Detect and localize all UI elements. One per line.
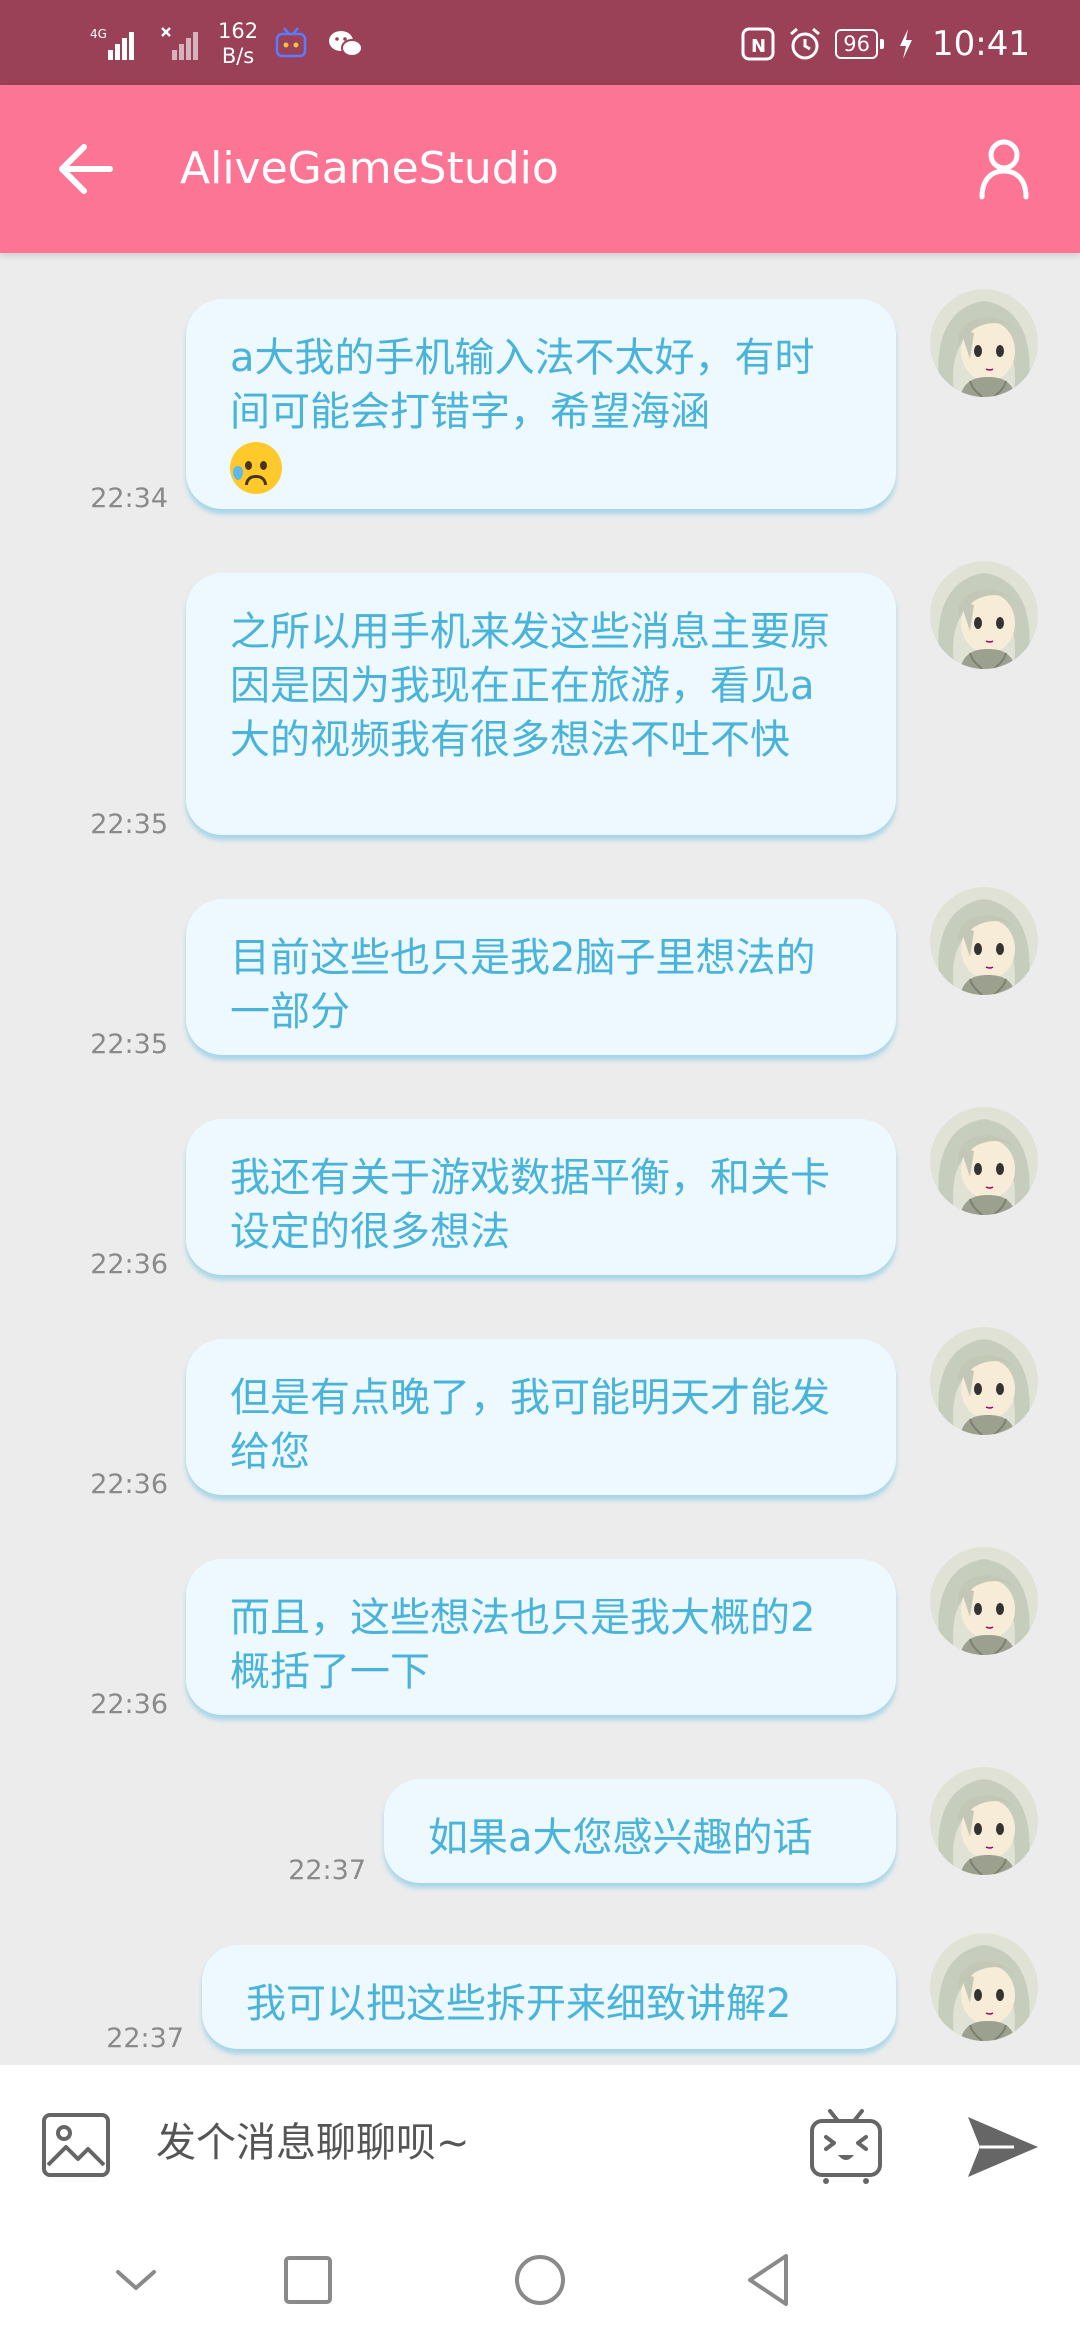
sender-avatar[interactable]	[930, 1547, 1038, 1655]
sad-sweat-emoji-icon	[230, 442, 282, 494]
sender-avatar[interactable]	[930, 1933, 1038, 2041]
network-type-label: 4G	[90, 27, 107, 41]
sender-avatar[interactable]	[930, 1107, 1038, 1215]
network-speed-value: 162	[218, 19, 259, 43]
status-bar: 4G 162 B/s N 96 10:41	[0, 0, 1080, 85]
square-icon	[284, 2256, 332, 2304]
nav-recents-button[interactable]	[276, 2248, 340, 2312]
message-text: 我还有关于游戏数据平衡，和关卡设定的很多想法	[230, 1155, 830, 1255]
nav-home-button[interactable]	[508, 2248, 572, 2312]
profile-button[interactable]	[964, 129, 1044, 209]
message-bubble[interactable]: 目前这些也只是我2脑子里想法的一部分	[186, 899, 896, 1055]
message-bubble[interactable]: 但是有点晚了，我可能明天才能发给您	[186, 1339, 896, 1495]
app-notification-icon	[275, 27, 307, 58]
nav-hide-button[interactable]	[104, 2248, 168, 2312]
message-time: 22:34	[90, 483, 168, 514]
message-time: 22:37	[288, 1855, 366, 1886]
send-button[interactable]	[962, 2111, 1042, 2183]
message-time: 22:35	[90, 1029, 168, 1060]
bilibili-tv-emoji-icon	[810, 2109, 882, 2184]
clock: 10:41	[932, 24, 1030, 64]
message-text: 但是有点晚了，我可能明天才能发给您	[230, 1375, 830, 1475]
status-right: N 96 10:41	[741, 16, 1030, 72]
nfc-label: N	[751, 36, 766, 57]
triangle-back-icon	[748, 2254, 788, 2306]
user-icon	[979, 139, 1029, 200]
message-bubble[interactable]: 之所以用手机来发这些消息主要原因是因为我现在正在旅游，看见a大的视频我有很多想法…	[186, 573, 896, 835]
message-bubble[interactable]: 如果a大您感兴趣的话	[384, 1779, 896, 1883]
message-bubble[interactable]: 我还有关于游戏数据平衡，和关卡设定的很多想法	[186, 1119, 896, 1275]
message-bubble[interactable]: a大我的手机输入法不太好，有时间可能会打错字，希望海涵	[186, 299, 896, 509]
message-time: 22:36	[90, 1469, 168, 1500]
sender-avatar[interactable]	[930, 1767, 1038, 1875]
sender-avatar[interactable]	[930, 561, 1038, 669]
network-speed-unit: B/s	[221, 44, 255, 68]
nav-back-button[interactable]	[738, 2248, 802, 2312]
signal-no-service-icon	[161, 27, 198, 60]
nfc-icon: N	[741, 27, 775, 61]
message-composer	[0, 2065, 1080, 2220]
sender-avatar[interactable]	[930, 289, 1038, 397]
chat-message-list[interactable]: a大我的手机输入法不太好，有时间可能会打错字，希望海涵 22:34 之所以用手机…	[0, 253, 1080, 2065]
sticker-button[interactable]	[806, 2105, 886, 2185]
back-button[interactable]	[50, 129, 130, 209]
message-bubble[interactable]: 而且，这些想法也只是我大概的2概括了一下	[186, 1559, 896, 1715]
arrow-left-icon	[59, 144, 113, 194]
message-time: 22:37	[106, 2023, 184, 2054]
message-text: 之所以用手机来发这些消息主要原因是因为我现在正在旅游，看见a大的视频我有很多想法…	[230, 609, 830, 763]
message-bubble[interactable]: 我可以把这些拆开来细致讲解2	[202, 1945, 896, 2049]
message-text: 目前这些也只是我2脑子里想法的一部分	[230, 935, 816, 1035]
status-left: 4G 162 B/s	[90, 16, 366, 72]
message-text: 如果a大您感兴趣的话	[428, 1815, 813, 1861]
image-picker-button[interactable]	[40, 2109, 112, 2181]
message-time: 22:36	[90, 1249, 168, 1280]
message-text: 而且，这些想法也只是我大概的2概括了一下	[230, 1595, 816, 1695]
charging-icon	[900, 29, 913, 59]
app-bar: AliveGameStudio	[0, 85, 1080, 253]
signal-icon: 4G	[90, 27, 134, 60]
message-text: a大我的手机输入法不太好，有时间可能会打错字，希望海涵	[230, 335, 815, 435]
network-speed: 162 B/s	[218, 19, 258, 69]
battery-level: 96	[843, 32, 871, 56]
alarm-icon	[790, 27, 821, 60]
circle-icon	[515, 2255, 565, 2305]
chevron-down-icon	[116, 2270, 156, 2290]
message-text: 我可以把这些拆开来细致讲解2	[246, 1981, 792, 2027]
sender-avatar[interactable]	[930, 887, 1038, 995]
message-input[interactable]	[156, 2105, 776, 2181]
message-time: 22:36	[90, 1689, 168, 1720]
send-icon	[968, 2117, 1038, 2177]
battery-indicator: 96	[835, 29, 884, 59]
wechat-icon	[329, 31, 364, 57]
image-icon	[42, 2113, 110, 2177]
page-title: AliveGameStudio	[180, 143, 559, 194]
message-time: 22:35	[90, 809, 168, 840]
sender-avatar[interactable]	[930, 1327, 1038, 1435]
system-navigation-bar	[0, 2220, 1080, 2340]
